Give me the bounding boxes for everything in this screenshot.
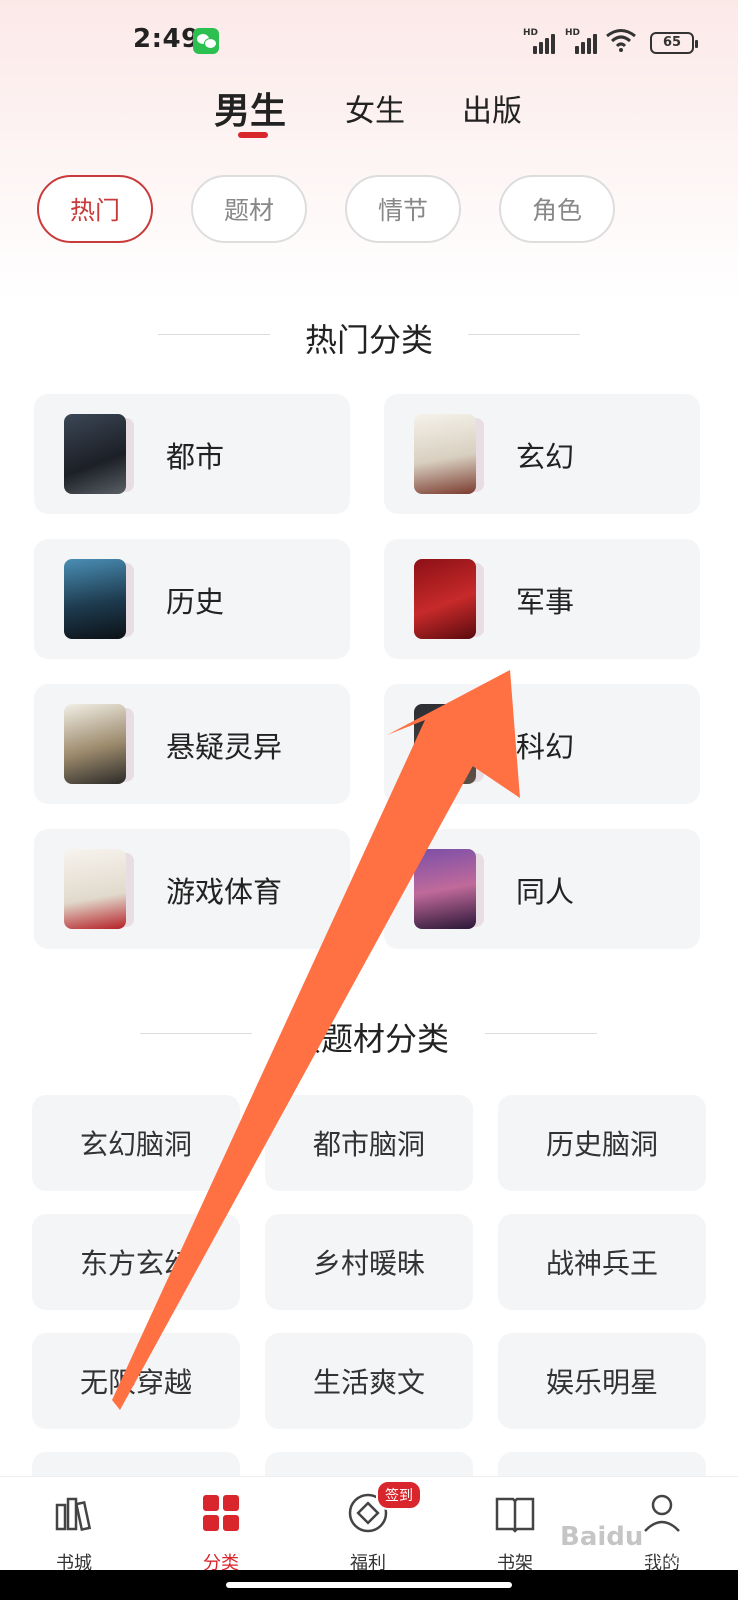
tag-item[interactable]: 东方玄幻 [32,1214,240,1310]
category-card-tongren[interactable]: 同人 [384,829,700,949]
category-grid-icon [203,1495,239,1531]
section-theme-header: 按题材分类 [0,1008,738,1058]
active-tab-indicator [238,132,268,138]
tab-publish[interactable]: 出版 [462,86,522,130]
tag-item[interactable]: 无限穿越 [32,1333,240,1429]
gender-tabs: 男生 女生 出版 [0,84,738,144]
category-card-dushi[interactable]: 都市 [34,394,350,514]
nav-bookstore[interactable]: 书城 [24,1491,124,1575]
tag-item[interactable]: 生活爽文 [265,1333,473,1429]
battery-icon: 65 [650,32,698,54]
watermark-url: jingyan.baidu.com [575,1553,695,1568]
bookstore-icon [55,1497,92,1532]
book-cover [64,559,126,639]
pill-hot[interactable]: 热门 [37,175,153,243]
home-indicator[interactable] [226,1582,512,1588]
section-hot-header: 热门分类 [0,309,738,359]
book-cover [414,559,476,639]
book-cover [64,414,126,494]
category-card-kehuan[interactable]: 科幻 [384,684,700,804]
pill-role[interactable]: 角色 [499,175,615,243]
book-cover [64,849,126,929]
pill-plot[interactable]: 情节 [345,175,461,243]
checkin-badge: 签到 [376,1480,422,1510]
category-card-youxi[interactable]: 游戏体育 [34,829,350,949]
tag-item[interactable]: 乡村暖昧 [265,1214,473,1310]
tab-male[interactable]: 男生 [214,82,286,134]
book-cover [64,704,126,784]
user-icon [644,1494,680,1532]
signal-icon-2: HD [565,28,601,54]
pill-theme[interactable]: 题材 [191,175,307,243]
nav-bookshelf[interactable]: 书架 [465,1491,565,1575]
nav-category[interactable]: 分类 [171,1491,271,1575]
book-cover [414,414,476,494]
section-title: 热门分类 [304,321,433,359]
signal-icon: HD [523,28,559,54]
tag-item[interactable]: 玄幻脑洞 [32,1095,240,1191]
tag-item[interactable]: 娱乐明星 [498,1333,706,1429]
status-time: 2:49 [133,24,200,54]
category-card-junshi[interactable]: 军事 [384,539,700,659]
tag-item[interactable]: 都市脑洞 [265,1095,473,1191]
book-cover [414,704,476,784]
status-bar: 2:49 HD HD 65 [0,0,738,84]
home-indicator-bar [0,1570,738,1600]
tab-female[interactable]: 女生 [345,86,405,130]
tag-item[interactable]: 战神兵王 [498,1214,706,1310]
watermark-logo: Baidu [560,1522,644,1552]
book-cover [414,849,476,929]
tag-item[interactable]: 历史脑洞 [498,1095,706,1191]
book-icon [495,1497,535,1533]
category-card-xuanhuan[interactable]: 玄幻 [384,394,700,514]
section-title: 按题材分类 [288,1020,449,1058]
wifi-icon [606,29,636,52]
wechat-icon [193,28,219,54]
category-card-lishi[interactable]: 历史 [34,539,350,659]
category-card-xuanyi[interactable]: 悬疑灵异 [34,684,350,804]
